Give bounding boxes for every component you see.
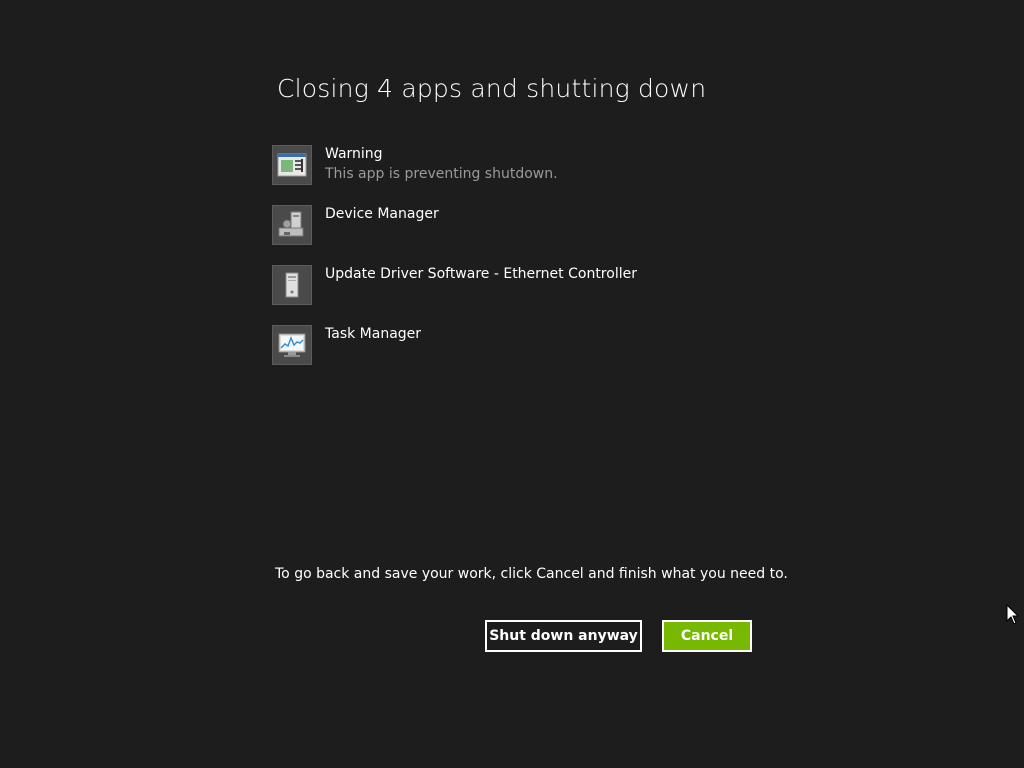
device-manager-icon xyxy=(272,205,312,245)
page-title: Closing 4 apps and shutting down xyxy=(277,74,707,103)
instruction-text: To go back and save your work, click Can… xyxy=(275,566,788,582)
list-item: Device Manager xyxy=(272,205,772,245)
list-item: Update Driver Software - Ethernet Contro… xyxy=(272,265,772,305)
shutdown-screen: Closing 4 apps and shutting down Warning… xyxy=(0,0,1024,768)
cancel-button[interactable]: Cancel xyxy=(662,620,752,652)
shut-down-anyway-button[interactable]: Shut down anyway xyxy=(485,620,642,652)
app-name: Warning xyxy=(325,146,383,162)
warning-window-icon xyxy=(272,145,312,185)
computer-tower-icon xyxy=(272,265,312,305)
task-manager-icon xyxy=(272,325,312,365)
app-name: Update Driver Software - Ethernet Contro… xyxy=(325,266,637,282)
list-item: Warning This app is preventing shutdown. xyxy=(272,145,772,185)
list-item: Task Manager xyxy=(272,325,772,365)
app-name: Device Manager xyxy=(325,206,439,222)
app-status: This app is preventing shutdown. xyxy=(325,166,558,182)
app-name: Task Manager xyxy=(325,326,422,342)
mouse-pointer-icon xyxy=(1006,604,1020,625)
app-list: Warning This app is preventing shutdown.… xyxy=(272,145,772,385)
